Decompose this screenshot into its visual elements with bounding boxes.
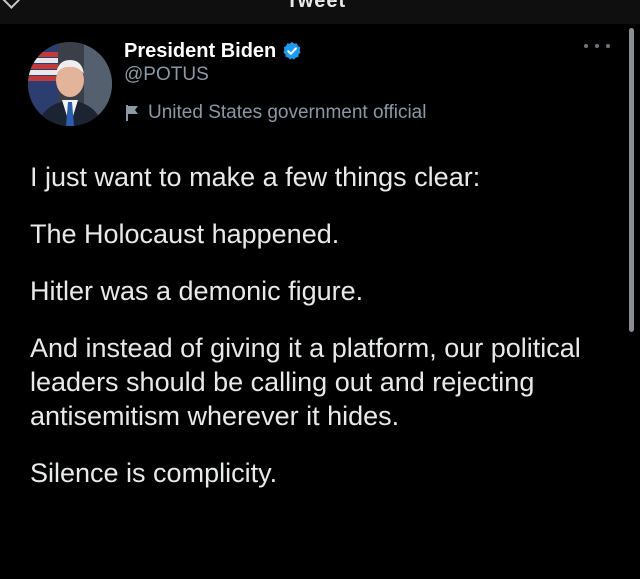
verified-badge-icon bbox=[282, 41, 302, 61]
government-label-text: United States government official bbox=[148, 102, 427, 123]
tweet-paragraph: Hitler was a demonic figure. bbox=[30, 276, 364, 306]
tweet-paragraph: The Holocaust happened. bbox=[30, 219, 340, 249]
avatar[interactable] bbox=[28, 42, 112, 126]
author-handle[interactable]: @POTUS bbox=[124, 64, 209, 86]
tweet-paragraph: Silence is complicity. bbox=[30, 458, 278, 488]
more-dot bbox=[584, 44, 588, 48]
author-display-name[interactable]: President Biden bbox=[124, 40, 276, 63]
more-dot bbox=[595, 44, 599, 48]
government-label[interactable]: United States government official bbox=[124, 102, 426, 124]
page-title: Tweet bbox=[286, 0, 347, 12]
flag-icon bbox=[124, 104, 140, 122]
chevron-left-icon[interactable] bbox=[0, 0, 20, 9]
avatar-image bbox=[28, 42, 112, 126]
more-dot bbox=[606, 44, 610, 48]
tweet-text: I just want to make a few things clear: … bbox=[30, 160, 608, 513]
tweet-paragraph: I just want to make a few things clear: bbox=[30, 162, 481, 192]
tweet-paragraph: And instead of giving it a platform, our… bbox=[30, 333, 581, 431]
scrollbar[interactable] bbox=[629, 28, 634, 332]
author-name-row: President Biden bbox=[124, 38, 302, 64]
more-horizontal-icon[interactable] bbox=[584, 40, 610, 52]
top-navigation-bar: Tweet bbox=[0, 0, 640, 24]
